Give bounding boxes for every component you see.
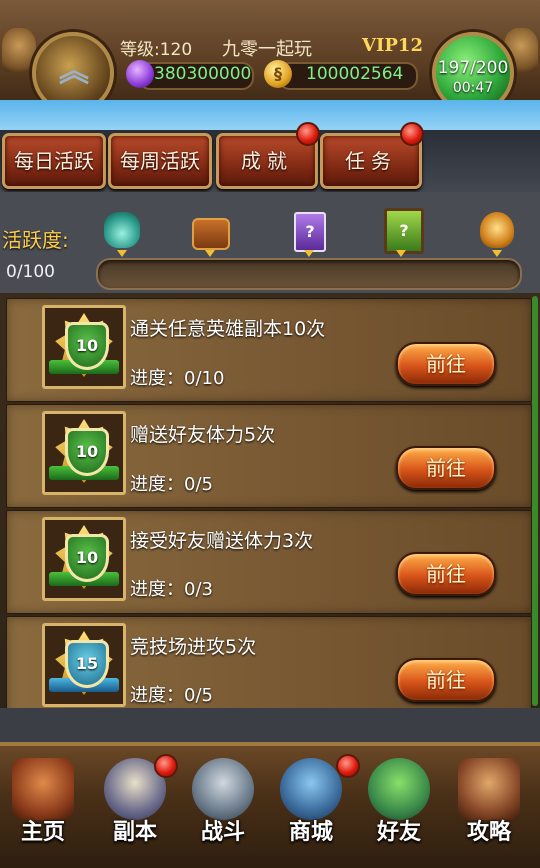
- tab-weekly-activity[interactable]: 每周活跃: [108, 133, 212, 189]
- quest-progress: 进度：0/5: [130, 474, 213, 495]
- points-value: 10: [75, 442, 99, 461]
- tab-daily-activity[interactable]: 每日活跃: [2, 133, 106, 189]
- medal-icon[interactable]: [480, 212, 514, 248]
- shop-monster-icon: [280, 758, 342, 820]
- nav-label: 商城: [288, 820, 333, 845]
- notification-dot-icon: [400, 122, 424, 146]
- points-badge: 10: [42, 517, 126, 601]
- activity-label: 活跃度:: [2, 228, 69, 252]
- gem-icon: [126, 60, 154, 88]
- nav-label: 好友: [376, 820, 421, 845]
- lion-ornament-icon: [2, 28, 36, 72]
- quest-title: 通关任意英雄副本10次: [130, 318, 326, 340]
- go-button[interactable]: 前往: [396, 658, 496, 702]
- nav-label: 攻略: [466, 820, 511, 845]
- quest-title: 竞技场进攻5次: [130, 636, 257, 658]
- quest-progress: 进度：0/10: [130, 368, 225, 389]
- potion-icon[interactable]: [104, 212, 140, 248]
- points-value: 10: [75, 548, 99, 567]
- go-button[interactable]: 前往: [396, 552, 496, 596]
- points-badge: 10: [42, 305, 126, 389]
- quest-title: 接受好友赠送体力3次: [130, 530, 314, 552]
- green-mystery-card-icon[interactable]: ?: [384, 208, 424, 254]
- marker-arrow-icon: [304, 250, 314, 257]
- points-badge: 15: [42, 623, 126, 707]
- marker-arrow-icon: [117, 250, 127, 257]
- house-icon: [12, 758, 74, 820]
- go-button[interactable]: 前往: [396, 342, 496, 386]
- nav-friends[interactable]: 好友: [356, 746, 442, 862]
- friends-icon: [368, 758, 430, 820]
- player-level: 等级:120: [120, 40, 193, 60]
- marker-arrow-icon: [492, 250, 502, 257]
- chest-icon[interactable]: [192, 218, 230, 250]
- vip-badge[interactable]: VIP12: [362, 35, 423, 56]
- quest-progress: 进度：0/3: [130, 579, 213, 600]
- notification-dot-icon: [154, 754, 178, 778]
- purple-mystery-card-icon[interactable]: ?: [294, 212, 326, 252]
- chevron-rank-icon: ︽: [59, 54, 89, 89]
- gold-amount: 100002564: [306, 64, 404, 84]
- notification-dot-icon: [296, 122, 320, 146]
- gold-coin-icon: §: [264, 60, 292, 88]
- nav-guide[interactable]: 攻略: [446, 746, 532, 862]
- notification-dot-icon: [336, 754, 360, 778]
- scrollbar[interactable]: [532, 296, 538, 706]
- points-badge: 10: [42, 411, 126, 495]
- marker-arrow-icon: [205, 250, 215, 257]
- energy-timer: 00:47: [452, 80, 494, 96]
- nav-home[interactable]: 主页: [0, 746, 86, 862]
- energy-value: 197/200: [437, 58, 509, 78]
- points-value: 10: [75, 336, 99, 355]
- go-button[interactable]: 前往: [396, 446, 496, 490]
- server-name: 九零一起玩: [222, 39, 312, 60]
- crossed-swords-icon: [192, 758, 254, 820]
- nav-label: 副本: [112, 820, 157, 845]
- activity-progress-bar: [96, 258, 522, 290]
- marker-arrow-icon: [396, 250, 406, 257]
- quest-progress: 进度：0/5: [130, 685, 213, 706]
- points-value: 15: [75, 654, 99, 673]
- gem-amount: 380300000: [154, 64, 252, 84]
- guide-book-icon: [458, 758, 520, 820]
- activity-count: 0/100: [6, 262, 55, 282]
- nav-label: 主页: [20, 820, 65, 845]
- nav-label: 战斗: [200, 820, 245, 845]
- nav-battle[interactable]: 战斗: [180, 746, 266, 862]
- quest-title: 赠送好友体力5次: [130, 424, 276, 446]
